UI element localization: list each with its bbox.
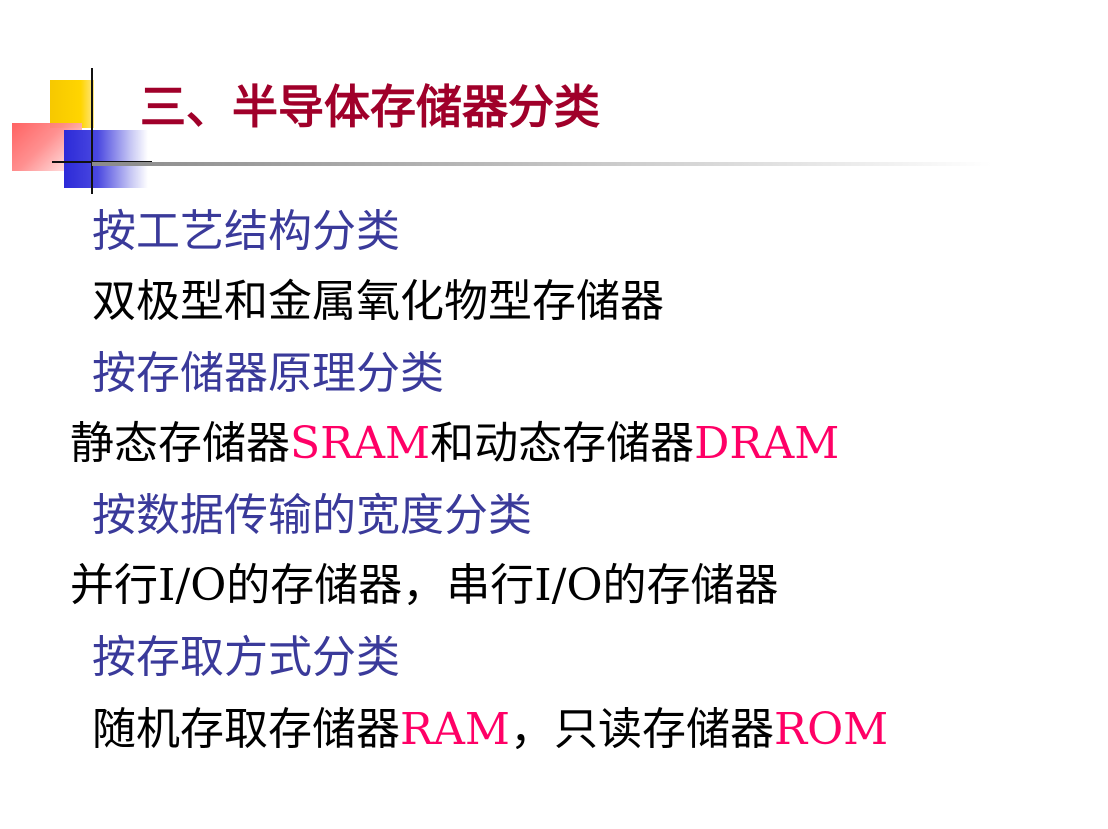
category-storage-principle: 按存储器原理分类 [92,348,444,399]
text-dynamic-memory: 和动态存储器 [430,418,695,469]
text-read-only-memory: ，只读存储器 [509,704,774,755]
slide-title: 三、半导体存储器分类 [140,80,600,134]
term-dram: DRAM [694,418,840,469]
detail-data-width: 并行I/O的存储器，串行I/O的存储器 [70,560,779,611]
title-underline [92,162,992,166]
logo-blue-square [64,130,148,188]
detail-storage-principle: 静态存储器SRAM和动态存储器DRAM [70,418,839,470]
slide: 三、半导体存储器分类 按工艺结构分类 双极型和金属氧化物型存储器 按存储器原理分… [0,0,1108,829]
category-data-width: 按数据传输的宽度分类 [92,490,532,541]
logo-yellow-square [50,80,94,128]
category-access-method: 按存取方式分类 [92,632,400,683]
detail-access-method: 随机存取存储器RAM，只读存储器ROM [92,704,888,756]
detail-process-structure: 双极型和金属氧化物型存储器 [92,276,664,327]
text-random-access-memory: 随机存取存储器 [92,704,400,755]
term-rom: ROM [773,704,889,755]
text-static-memory: 静态存储器 [70,418,290,469]
logo-decoration [0,0,160,200]
term-sram: SRAM [290,418,431,469]
term-ram: RAM [400,704,510,755]
category-process-structure: 按工艺结构分类 [92,206,400,257]
logo-vertical-line [91,68,93,194]
